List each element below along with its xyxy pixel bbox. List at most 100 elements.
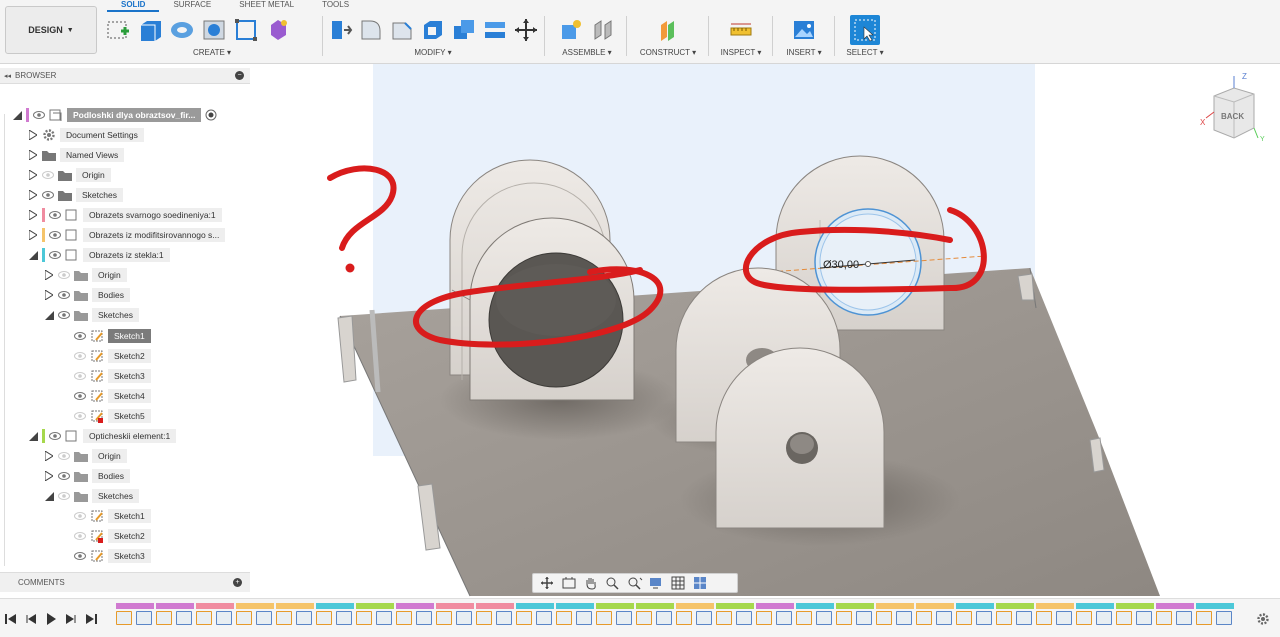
timeline-feature[interactable] <box>676 611 692 625</box>
timeline-feature[interactable] <box>516 611 532 625</box>
tree-item-origin[interactable]: Origin <box>44 266 127 284</box>
timeline-feature[interactable] <box>456 611 472 625</box>
eye-icon[interactable] <box>33 110 45 120</box>
timeline-feature[interactable] <box>116 611 132 625</box>
insert-image-icon[interactable] <box>790 16 818 44</box>
timeline-feature[interactable] <box>356 611 372 625</box>
timeline-feature[interactable] <box>196 611 212 625</box>
expand-open-icon[interactable] <box>12 110 22 120</box>
create-menu[interactable]: CREATE ▾ <box>104 48 320 57</box>
eye-hidden-icon[interactable] <box>58 270 70 280</box>
timeline-feature[interactable] <box>396 611 412 625</box>
eye-icon[interactable] <box>49 210 61 220</box>
eye-hidden-icon[interactable] <box>74 531 86 541</box>
tree-item-sketches[interactable]: Sketches <box>44 306 139 324</box>
tree-item-sketch[interactable]: Sketch2 <box>74 527 151 545</box>
timeline-feature[interactable] <box>1116 611 1132 625</box>
combine-icon[interactable] <box>451 16 478 44</box>
eye-icon[interactable] <box>74 391 86 401</box>
timeline-feature[interactable] <box>276 611 292 625</box>
measure-icon[interactable] <box>727 16 755 44</box>
activate-radio-icon[interactable] <box>205 109 217 121</box>
timeline-feature[interactable] <box>756 611 772 625</box>
tab-solid[interactable]: SOLID <box>107 0 160 12</box>
tree-item-sketch[interactable]: Sketch5 <box>74 407 151 425</box>
eye-icon[interactable] <box>42 190 54 200</box>
tree-item-sketch[interactable]: Sketch4 <box>74 387 151 405</box>
expand-closed-icon[interactable] <box>44 451 54 461</box>
expand-open-icon[interactable] <box>44 491 54 501</box>
viewports-icon[interactable] <box>693 576 709 590</box>
eye-icon[interactable] <box>58 310 70 320</box>
eye-icon[interactable] <box>74 331 86 341</box>
part-front-support[interactable] <box>715 347 885 529</box>
eye-icon[interactable] <box>49 230 61 240</box>
tree-item-named-views[interactable]: Named Views <box>28 146 125 164</box>
press-pull-icon[interactable] <box>326 16 353 44</box>
timeline-feature[interactable] <box>476 611 492 625</box>
timeline-feature[interactable] <box>776 611 792 625</box>
timeline-feature[interactable] <box>876 611 892 625</box>
hole-icon[interactable] <box>200 16 228 44</box>
expand-closed-icon[interactable] <box>44 270 54 280</box>
tree-item-sketch[interactable]: Sketch3 <box>74 547 151 565</box>
timeline-feature[interactable] <box>1096 611 1112 625</box>
look-at-icon[interactable] <box>561 576 577 590</box>
timeline-feature[interactable] <box>636 611 652 625</box>
timeline-feature[interactable] <box>436 611 452 625</box>
timeline-feature[interactable] <box>976 611 992 625</box>
fillet-icon[interactable] <box>357 16 384 44</box>
timeline-feature[interactable] <box>176 611 192 625</box>
expand-closed-icon[interactable] <box>44 290 54 300</box>
workspace-switcher[interactable]: DESIGN ▼ <box>5 6 97 54</box>
expand-closed-icon[interactable] <box>28 190 38 200</box>
timeline-feature[interactable] <box>496 611 512 625</box>
zoom-window-icon[interactable] <box>627 576 643 590</box>
eye-hidden-icon[interactable] <box>74 351 86 361</box>
timeline-feature[interactable] <box>1076 611 1092 625</box>
timeline-feature[interactable] <box>836 611 852 625</box>
timeline-feature[interactable] <box>536 611 552 625</box>
display-settings-icon[interactable] <box>649 576 665 590</box>
eye-icon[interactable] <box>49 250 61 260</box>
timeline-feature[interactable] <box>796 611 812 625</box>
tree-item-sketch[interactable]: Sketch1 <box>74 327 151 345</box>
tree-item-component[interactable]: Opticheskii element:1 <box>28 427 177 445</box>
tree-root[interactable]: Podloshki dlya obraztsov_fir... <box>12 106 217 124</box>
pan-hand-icon[interactable] <box>583 576 599 590</box>
tree-item-origin[interactable]: Origin <box>28 166 111 184</box>
timeline-feature[interactable] <box>956 611 972 625</box>
select-menu[interactable]: SELECT ▾ <box>840 48 890 57</box>
timeline-feature[interactable] <box>296 611 312 625</box>
inspect-menu[interactable]: INSPECT ▾ <box>714 48 768 57</box>
timeline-feature[interactable] <box>916 611 932 625</box>
timeline-feature[interactable] <box>1036 611 1052 625</box>
model-canvas[interactable]: Ø30,00 ? <box>250 64 1280 598</box>
timeline-feature[interactable] <box>696 611 712 625</box>
eye-icon[interactable] <box>74 551 86 561</box>
expand-closed-icon[interactable] <box>28 230 38 240</box>
eye-hidden-icon[interactable] <box>74 371 86 381</box>
tree-item-component[interactable]: Obrazets iz stekla:1 <box>28 246 170 264</box>
tree-item-sketches[interactable]: Sketches <box>28 186 123 204</box>
tree-item-bodies[interactable]: Bodies <box>44 286 130 304</box>
timeline-feature[interactable] <box>1056 611 1072 625</box>
modify-menu[interactable]: MODIFY ▾ <box>326 48 540 57</box>
step-back-icon[interactable] <box>24 612 38 626</box>
go-to-start-icon[interactable] <box>4 612 18 626</box>
timeline-feature[interactable] <box>1136 611 1152 625</box>
3d-viewport[interactable]: Ø30,00 ? BACK Z X Y <box>250 64 1280 598</box>
shell-icon[interactable] <box>419 16 446 44</box>
eye-icon[interactable] <box>58 290 70 300</box>
form-icon[interactable] <box>264 16 292 44</box>
timeline-feature[interactable] <box>376 611 392 625</box>
tree-item-component[interactable]: Obrazets svarnogo soedineniya:1 <box>28 206 222 224</box>
timeline-feature[interactable] <box>416 611 432 625</box>
timeline-feature[interactable] <box>1016 611 1032 625</box>
diameter-dimension[interactable]: Ø30,00 <box>823 259 859 271</box>
timeline-feature[interactable] <box>616 611 632 625</box>
expand-closed-icon[interactable] <box>28 170 38 180</box>
timeline-feature[interactable] <box>556 611 572 625</box>
expand-open-icon[interactable] <box>44 310 54 320</box>
tab-tools[interactable]: TOOLS <box>308 0 363 12</box>
